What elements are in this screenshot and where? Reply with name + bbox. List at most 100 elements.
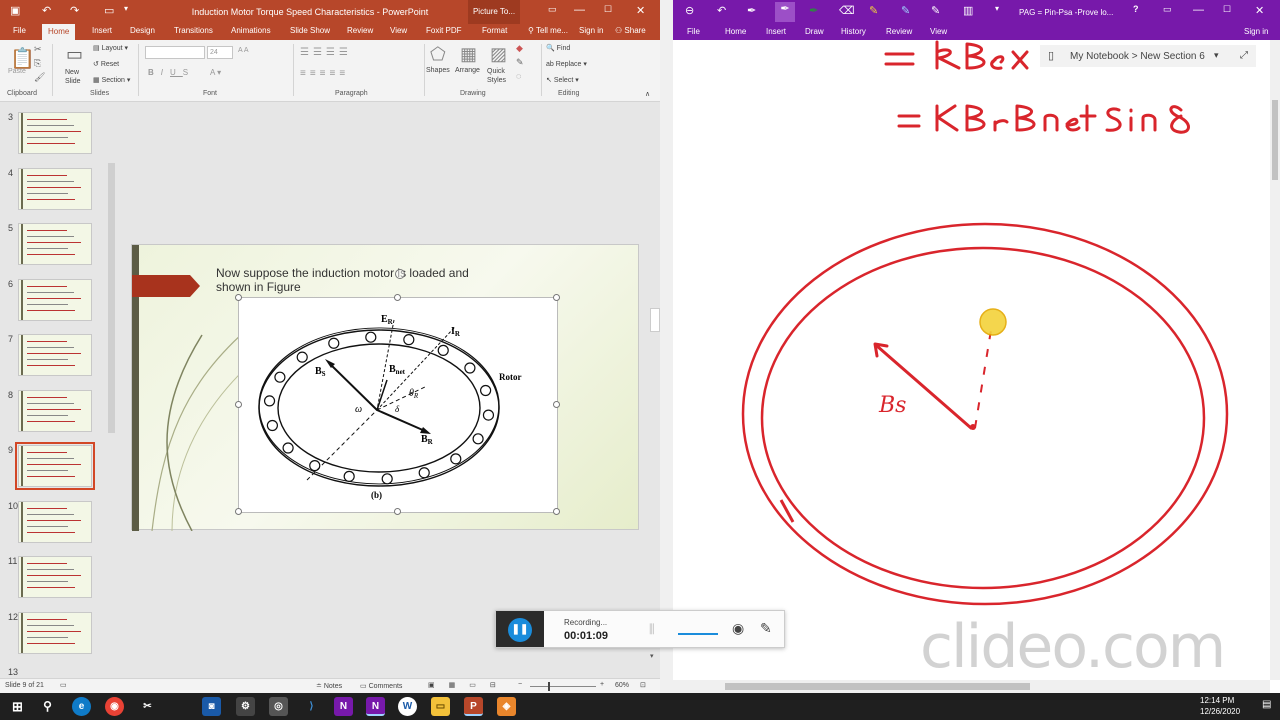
arrange-label[interactable]: Arrange bbox=[455, 67, 480, 74]
vertical-scrollbar[interactable] bbox=[1270, 40, 1280, 680]
chrome-icon[interactable]: ◉ bbox=[105, 697, 124, 716]
shapes-label[interactable]: Shapes bbox=[426, 67, 450, 74]
wps-icon[interactable]: W bbox=[398, 697, 417, 716]
zoom-out-button[interactable]: − bbox=[518, 681, 522, 688]
powerpoint-taskbar-icon[interactable]: P bbox=[464, 697, 483, 716]
tab-draw[interactable]: Draw bbox=[805, 27, 824, 36]
shape-fill-icon[interactable]: ◆ bbox=[516, 43, 523, 54]
new-slide-label[interactable]: New Slide bbox=[65, 68, 89, 86]
notification-icon[interactable]: ▤ bbox=[1262, 699, 1271, 710]
horizontal-scrollbar-thumb[interactable] bbox=[725, 683, 1030, 690]
snip-icon[interactable]: ✂ bbox=[138, 697, 157, 716]
slide-thumbnail[interactable] bbox=[15, 442, 95, 490]
canvas-scrollbar-thumb[interactable] bbox=[650, 308, 660, 332]
edge-icon[interactable]: e bbox=[72, 697, 91, 716]
format-painter-icon[interactable]: 🖌 bbox=[34, 72, 45, 83]
ink-canvas[interactable]: Bs bbox=[673, 40, 1270, 680]
tab-history[interactable]: History bbox=[841, 27, 866, 36]
tab-file[interactable]: File bbox=[687, 27, 700, 36]
zoom-slider[interactable] bbox=[530, 686, 596, 687]
slide-thumbnail[interactable] bbox=[18, 334, 92, 376]
file-explorer-icon[interactable]: ▭ bbox=[431, 697, 450, 716]
resize-handle[interactable] bbox=[394, 508, 401, 515]
highlighter-blue-icon[interactable]: ✎ bbox=[901, 4, 910, 17]
vertical-scrollbar-thumb[interactable] bbox=[1272, 100, 1278, 180]
quick-styles-icon[interactable]: ▨ bbox=[490, 44, 507, 65]
customize-qa-icon[interactable]: ▾ bbox=[995, 4, 999, 13]
notes-button[interactable]: ≐ Notes bbox=[316, 682, 342, 690]
pen-tool-icon[interactable]: ✎ bbox=[760, 620, 772, 637]
clock-date[interactable]: 12/26/2020 bbox=[1200, 707, 1240, 716]
rotor-figure-picture[interactable]: ER IR Bnet BS θR ω δ BR Rotor (b) bbox=[235, 294, 560, 515]
fit-slide-icon[interactable]: ⊡ bbox=[640, 681, 646, 689]
resize-handle[interactable] bbox=[553, 294, 560, 301]
font-style-buttons[interactable]: BIUS bbox=[148, 68, 195, 77]
slide-thumbnail[interactable] bbox=[18, 389, 92, 432]
tell-me-box[interactable]: ⚲ Tell me... bbox=[528, 26, 568, 35]
resize-handle[interactable] bbox=[235, 401, 242, 408]
eraser-icon[interactable]: ⌫ bbox=[839, 4, 855, 17]
cut-icon[interactable]: ✂ bbox=[34, 44, 42, 55]
arrange-icon[interactable]: ▦ bbox=[460, 44, 477, 65]
camera-icon[interactable]: ◙ bbox=[202, 697, 221, 716]
pen-black-icon[interactable]: ✒ bbox=[747, 4, 756, 17]
back-icon[interactable]: ⊖ bbox=[685, 4, 694, 17]
font-name-box[interactable] bbox=[145, 46, 205, 59]
pen-red-icon[interactable]: ✒ bbox=[775, 2, 795, 22]
resize-handle[interactable] bbox=[553, 508, 560, 515]
tab-review[interactable]: Review bbox=[886, 27, 912, 36]
zoom-slider-thumb[interactable] bbox=[548, 682, 550, 691]
minimize-icon[interactable]: — bbox=[1193, 4, 1204, 16]
replace-button[interactable]: ab Replace ▾ bbox=[546, 60, 587, 68]
ribbon-display-icon[interactable]: ▭ bbox=[1163, 4, 1172, 15]
ppt-sign-in[interactable]: Sign in bbox=[579, 26, 603, 35]
font-color-icon[interactable]: A ▾ bbox=[210, 68, 221, 77]
pause-icon[interactable]: ❚❚ bbox=[508, 618, 532, 642]
resize-handle[interactable] bbox=[235, 294, 242, 301]
picture-tools-tab[interactable]: Picture To... bbox=[468, 0, 520, 24]
tab-view[interactable]: View bbox=[930, 27, 947, 36]
zoom-level[interactable]: 60% bbox=[615, 682, 629, 689]
ribbon-display-icon[interactable]: ▭ bbox=[548, 4, 557, 15]
pen-white-icon[interactable]: ✎ bbox=[931, 4, 940, 17]
undo-icon[interactable]: ↶ bbox=[717, 4, 726, 17]
find-button[interactable]: 🔍 Find bbox=[546, 44, 570, 52]
pen-green-icon[interactable]: ✒ bbox=[809, 4, 818, 17]
tab-animations[interactable]: Animations bbox=[231, 26, 271, 35]
help-icon[interactable]: ? bbox=[1133, 4, 1139, 14]
slide-thumbnail[interactable] bbox=[18, 167, 92, 210]
app-orange-icon[interactable]: ◈ bbox=[497, 697, 516, 716]
tab-insert[interactable]: Insert bbox=[766, 27, 786, 36]
shape-outline-icon[interactable]: ✎ bbox=[516, 57, 524, 68]
clock-time[interactable]: 12:14 PM bbox=[1200, 696, 1234, 705]
paste-label[interactable]: Paste bbox=[8, 68, 26, 75]
tab-format[interactable]: Format bbox=[482, 26, 507, 35]
windows-start-icon[interactable]: ⊞ bbox=[8, 697, 27, 716]
quick-styles-label[interactable]: Quick Styles bbox=[487, 67, 511, 85]
maximize-icon[interactable]: ☐ bbox=[1223, 4, 1231, 15]
copy-icon[interactable]: ⎘ bbox=[34, 58, 41, 69]
close-icon[interactable]: ✕ bbox=[636, 4, 645, 17]
tab-foxit-pdf[interactable]: Foxit PDF bbox=[426, 26, 462, 35]
maximize-icon[interactable]: ☐ bbox=[604, 4, 612, 15]
media-icon[interactable]: ◎ bbox=[269, 697, 288, 716]
zoom-in-button[interactable]: + bbox=[600, 681, 604, 688]
volume-slider[interactable] bbox=[678, 633, 718, 635]
new-slide-icon[interactable]: ▭ bbox=[66, 44, 83, 65]
vscode-icon[interactable]: ⟩ bbox=[302, 697, 321, 716]
collapse-ribbon-icon[interactable]: ∧ bbox=[645, 90, 650, 98]
slide-thumbnail[interactable] bbox=[18, 278, 92, 321]
tab-design[interactable]: Design bbox=[130, 26, 155, 35]
tab-slide-show[interactable]: Slide Show bbox=[290, 26, 330, 35]
search-icon[interactable]: ⚲ bbox=[38, 697, 57, 716]
tab-home[interactable]: Home bbox=[725, 27, 746, 36]
onenote-taskbar-icon[interactable]: N bbox=[334, 697, 353, 716]
thumbnail-scrollbar[interactable] bbox=[108, 163, 115, 433]
slide-thumbnail[interactable] bbox=[18, 611, 92, 654]
webcam-icon[interactable]: ◉ bbox=[732, 620, 744, 637]
slide-text[interactable]: Now suppose the induction motor is loade… bbox=[216, 266, 469, 294]
scroll-down-icon[interactable]: ▾ bbox=[650, 652, 654, 660]
slide-9[interactable]: Now suppose the induction motor is loade… bbox=[131, 244, 639, 531]
tab-review[interactable]: Review bbox=[347, 26, 373, 35]
close-icon[interactable]: ✕ bbox=[1255, 4, 1264, 17]
